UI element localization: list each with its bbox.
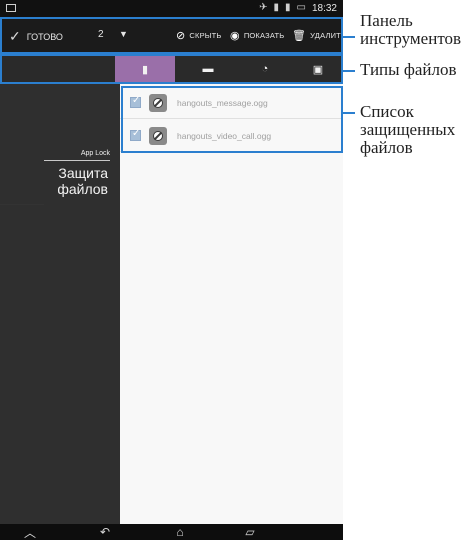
- trash-icon: 🗑: [292, 30, 307, 42]
- list-callout-line2: защищенных: [360, 120, 456, 139]
- document-icon: ▮: [141, 63, 149, 76]
- navigation-bar: ︿ ↶ ⌂ ▱: [0, 524, 343, 540]
- toolbar-callout-line1: Панель: [360, 11, 413, 30]
- music-tab[interactable]: ◔: [235, 54, 295, 84]
- file-name: hangouts_video_call.ogg: [177, 130, 272, 141]
- file-row[interactable]: hangouts_video_call.ogg: [120, 120, 343, 152]
- toolbar-callout-line2: инструментов: [360, 29, 461, 48]
- delete-button[interactable]: 🗑 УДАЛИТЬ: [292, 29, 343, 42]
- image-icon: ▬: [202, 63, 214, 75]
- phone-screen: ✈ ▮ ▮ ▭ 18:32 ✓ ГОТОВО 2 ▼ ⊘ СКРЫТЬ ◉ ПО…: [0, 0, 343, 540]
- file-type-tabs: ▮ ▬ ◔ ▣: [0, 54, 343, 84]
- panel-title-line2: файлов: [57, 181, 108, 197]
- up-icon[interactable]: ︿: [10, 524, 50, 540]
- back-icon[interactable]: ↶: [85, 524, 125, 540]
- toolbar-callout-line: [343, 36, 355, 38]
- music-icon: ◔: [261, 63, 269, 75]
- home-icon[interactable]: ⌂: [160, 524, 200, 540]
- audio-file-icon: [149, 126, 167, 145]
- app-lock-label: App Lock: [80, 150, 110, 157]
- audio-file-icon: [149, 93, 167, 112]
- hide-button[interactable]: ⊘ СКРЫТЬ: [176, 29, 222, 42]
- eye-slash-icon: ⊘: [176, 30, 186, 42]
- file-name: hangouts_message.ogg: [177, 97, 268, 108]
- file-row[interactable]: hangouts_message.ogg: [120, 87, 343, 119]
- protected-files-list: hangouts_message.ogg hangouts_video_call…: [120, 84, 343, 524]
- show-button[interactable]: ◉ ПОКАЗАТЬ: [230, 29, 284, 42]
- battery-icon: ▭: [296, 2, 306, 13]
- list-callout-line1: Список: [360, 102, 414, 121]
- list-callout-line: [343, 112, 355, 114]
- toolbar-callout-label: Панель инструментов: [360, 12, 461, 48]
- status-bar: ✈ ▮ ▮ ▭ 18:32: [0, 0, 343, 17]
- signal-icon: ▮: [273, 2, 279, 13]
- delete-label: УДАЛИТЬ: [310, 31, 343, 40]
- tabs-callout-label: Типы файлов: [360, 60, 457, 79]
- check-icon: ✓: [9, 28, 21, 44]
- warning-icon: ▮: [285, 2, 291, 13]
- hide-label: СКРЫТЬ: [189, 31, 222, 40]
- status-icons: ✈ ▮ ▮ ▭ 18:32: [259, 2, 337, 14]
- panel-title-line1: Защита: [58, 165, 108, 181]
- selected-count: 2: [98, 29, 104, 40]
- file-icon: ▣: [312, 63, 324, 76]
- left-panel: App Lock Защита файлов: [0, 84, 120, 524]
- files-tab[interactable]: ▣: [288, 54, 343, 84]
- panel-divider: [44, 160, 110, 161]
- file-checkbox[interactable]: [130, 128, 141, 141]
- panel-leader-line: [0, 204, 44, 205]
- documents-tab[interactable]: ▮: [115, 54, 175, 84]
- tabs-callout-line: [343, 70, 355, 72]
- done-button[interactable]: ✓ ГОТОВО: [9, 28, 63, 45]
- done-label: ГОТОВО: [26, 31, 63, 42]
- eye-icon: ◉: [230, 30, 240, 42]
- selection-dropdown[interactable]: ▼: [119, 29, 128, 39]
- toolbar: ✓ ГОТОВО 2 ▼ ⊘ СКРЫТЬ ◉ ПОКАЗАТЬ 🗑 УДАЛИ…: [0, 17, 343, 54]
- notification-icon: ✈: [259, 2, 268, 13]
- screenshot-icon: [6, 4, 16, 12]
- content-area: App Lock Защита файлов hangouts_message.…: [0, 84, 343, 524]
- recent-apps-icon[interactable]: ▱: [230, 524, 270, 540]
- list-callout-label: Список защищенных файлов: [360, 103, 455, 157]
- status-time: 18:32: [311, 2, 337, 14]
- show-label: ПОКАЗАТЬ: [243, 31, 285, 40]
- file-checkbox[interactable]: [130, 95, 141, 108]
- list-callout-line3: файлов: [360, 138, 413, 157]
- images-tab[interactable]: ▬: [178, 54, 238, 84]
